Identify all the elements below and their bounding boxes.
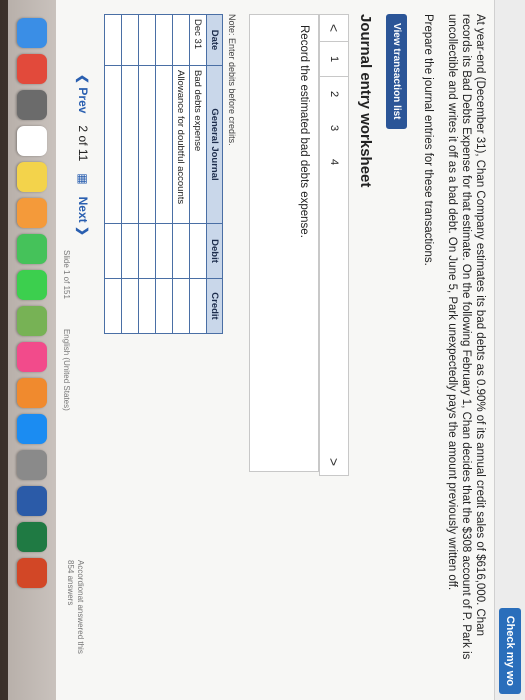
header-general-journal: General Journal	[206, 65, 223, 224]
header-credit: Credit	[206, 278, 223, 334]
cell-credit[interactable]	[172, 278, 190, 334]
cell-date[interactable]	[155, 14, 173, 66]
task-text: Record the estimated bad debts expense.	[298, 25, 310, 238]
cell-account[interactable]: Allowance for doubtful accounts	[172, 65, 190, 224]
cell-debit[interactable]	[172, 223, 190, 279]
cell-account[interactable]	[155, 65, 173, 224]
rotated-screen-content: Check my wo At year-end (December 31), C…	[8, 0, 525, 700]
journal-table: Date General Journal Debit Credit Dec 31…	[104, 14, 223, 334]
step-tab-3[interactable]: 3	[328, 111, 340, 145]
cell-account[interactable]	[104, 65, 122, 224]
chrome-icon[interactable]	[17, 54, 47, 84]
header-debit: Debit	[206, 223, 223, 279]
calendar-icon[interactable]	[17, 126, 47, 156]
powerpoint-icon[interactable]	[17, 558, 47, 588]
cell-debit[interactable]	[155, 223, 173, 279]
view-transaction-list-button[interactable]: View transaction list	[386, 14, 407, 129]
finder-icon[interactable]	[17, 18, 47, 48]
cell-date[interactable]	[138, 14, 156, 66]
table-row	[155, 14, 173, 334]
cell-date[interactable]: Dec 31	[189, 14, 207, 66]
step-navigator: < 1 2 3 4 >	[319, 14, 349, 476]
table-row	[138, 14, 156, 334]
table-row: Allowance for doubtful accounts	[172, 14, 190, 334]
prev-label: Prev	[76, 87, 90, 114]
page-total: 11	[76, 148, 90, 162]
cell-credit[interactable]	[104, 278, 122, 334]
next-label: Next	[76, 196, 90, 223]
maps-icon[interactable]	[17, 306, 47, 336]
cell-credit[interactable]	[138, 278, 156, 334]
facetime-icon[interactable]	[17, 270, 47, 300]
cell-date[interactable]	[172, 14, 190, 66]
appstore-icon[interactable]	[17, 414, 47, 444]
check-my-work-button[interactable]: Check my wo	[499, 607, 521, 694]
word-icon[interactable]	[17, 486, 47, 516]
status-bar: Slide 1 of 151 English (United States)	[57, 0, 71, 700]
step-next-arrow[interactable]: >	[326, 449, 342, 475]
top-bar: Check my wo	[494, 0, 525, 700]
step-prev-arrow[interactable]: <	[326, 15, 342, 41]
table-row: Dec 31 Bad debts expense	[189, 14, 207, 334]
screen: Check my wo At year-end (December 31), C…	[8, 0, 525, 700]
step-tab-2[interactable]: 2	[328, 77, 340, 111]
page-current: 2	[76, 125, 90, 133]
ibooks-icon[interactable]	[17, 378, 47, 408]
problem-instruction: Prepare the journal entries for these tr…	[422, 14, 434, 266]
prev-link[interactable]: ❮ Prev	[76, 74, 90, 113]
messages-icon[interactable]	[17, 234, 47, 264]
language-status: English (United States)	[62, 328, 71, 411]
page-indicator: 2 of 11	[76, 125, 90, 161]
cell-debit[interactable]	[189, 223, 207, 279]
cell-account[interactable]	[121, 65, 139, 224]
cell-debit[interactable]	[138, 223, 156, 279]
step-tab-4[interactable]: 4	[328, 145, 340, 179]
step-tab-1[interactable]: 1	[320, 41, 348, 77]
cell-credit[interactable]	[121, 278, 139, 334]
itunes-icon[interactable]	[17, 342, 47, 372]
cell-debit[interactable]	[121, 223, 139, 279]
slide-count: Slide 1 of 151	[62, 250, 71, 299]
task-box: Record the estimated bad debts expense.	[249, 14, 319, 472]
page-of: of	[76, 135, 90, 146]
table-row	[104, 14, 122, 334]
problem-paragraph: At year-end (December 31), Chan Company …	[446, 14, 486, 660]
cell-date[interactable]	[121, 14, 139, 66]
entry-note: Note: Enter debits before credits.	[227, 14, 237, 146]
cell-date[interactable]	[104, 14, 122, 66]
launchpad-icon[interactable]	[17, 90, 47, 120]
next-link[interactable]: Next ❯	[76, 197, 90, 236]
cell-debit[interactable]	[104, 223, 122, 279]
side-line-1: Accordionat answered this	[76, 560, 85, 654]
cell-credit[interactable]	[155, 278, 173, 334]
preferences-icon[interactable]	[17, 450, 47, 480]
cell-account[interactable]	[138, 65, 156, 224]
dock	[8, 0, 56, 700]
grid-icon[interactable]: ▦	[76, 173, 90, 184]
cell-credit[interactable]	[189, 278, 207, 334]
photos-icon[interactable]	[17, 198, 47, 228]
table-row	[121, 14, 139, 334]
main-content: At year-end (December 31), Chan Company …	[76, 14, 487, 674]
header-date: Date	[206, 14, 223, 66]
notes-icon[interactable]	[17, 162, 47, 192]
worksheet-title: Journal entry worksheet	[357, 14, 374, 188]
excel-icon[interactable]	[17, 522, 47, 552]
cell-account[interactable]: Bad debts expense	[189, 65, 207, 224]
